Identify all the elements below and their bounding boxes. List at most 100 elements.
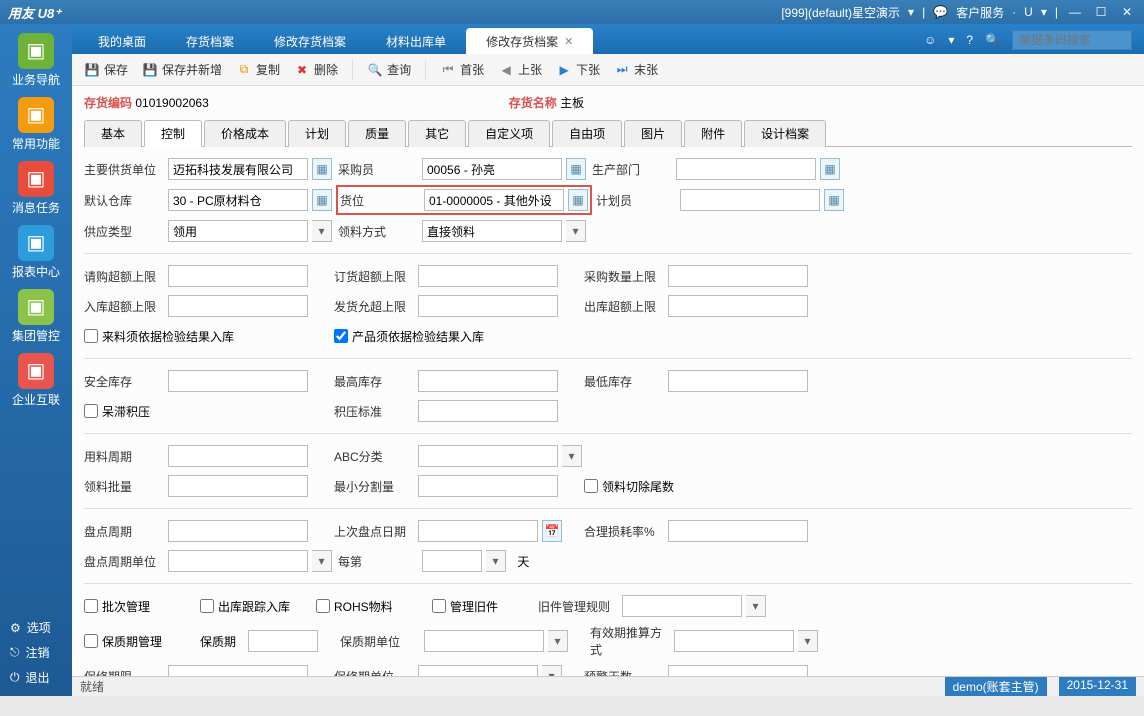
tab[interactable]: 修改存货档案✕ <box>466 28 593 54</box>
warranty-period-input[interactable] <box>248 630 318 652</box>
ref-icon[interactable]: ▦ <box>566 158 586 180</box>
sidebar-item[interactable]: ▣集团管控 <box>6 286 66 346</box>
buy-qty-input[interactable] <box>668 265 808 287</box>
sidebar-exit[interactable]: ⏻退出 <box>0 665 72 690</box>
smiley-icon[interactable]: ☺ <box>924 33 936 47</box>
warranty-unit-select[interactable] <box>424 630 544 652</box>
out-max-input[interactable] <box>668 295 808 317</box>
calendar-icon[interactable]: 📅 <box>542 520 562 542</box>
tab[interactable]: 修改存货档案 <box>254 28 366 54</box>
supplier-input[interactable] <box>168 158 308 180</box>
chat-icon[interactable]: 💬 <box>933 5 948 19</box>
loss-rate-input[interactable] <box>668 520 808 542</box>
max-stock-input[interactable] <box>418 370 558 392</box>
min-split-input[interactable] <box>418 475 558 497</box>
prev-button[interactable]: ◀上张 <box>498 61 542 78</box>
incoming-inspect-checkbox[interactable]: 来料须依据检验结果入库 <box>84 328 234 345</box>
tab[interactable]: 存货档案 <box>166 28 254 54</box>
tab[interactable]: 材料出库单 <box>366 28 466 54</box>
chevron-down-icon[interactable]: ▾ <box>746 595 766 617</box>
subtab[interactable]: 附件 <box>684 120 742 147</box>
subtab[interactable]: 计划 <box>288 120 346 147</box>
each-input[interactable] <box>422 550 482 572</box>
subtab[interactable]: 控制 <box>144 120 202 147</box>
abc-select[interactable] <box>418 445 558 467</box>
buyer-input[interactable] <box>422 158 562 180</box>
sidebar-item[interactable]: ▣业务导航 <box>6 30 66 90</box>
rohs-checkbox[interactable]: ROHS物料 <box>316 598 393 615</box>
ref-icon[interactable]: ▦ <box>568 189 588 211</box>
req-max-input[interactable] <box>168 265 308 287</box>
sidebar-item[interactable]: ▣消息任务 <box>6 158 66 218</box>
location-input[interactable] <box>424 189 564 211</box>
customer-service-link[interactable]: 客户服务 <box>956 4 1004 21</box>
chevron-down-icon[interactable]: ▾ <box>562 445 582 467</box>
close-icon[interactable]: ✕ <box>564 35 573 48</box>
subtab[interactable]: 设计档案 <box>744 120 826 147</box>
ref-icon[interactable]: ▦ <box>312 189 332 211</box>
subtab[interactable]: 质量 <box>348 120 406 147</box>
in-max-input[interactable] <box>168 295 308 317</box>
sidebar-item[interactable]: ▣报表中心 <box>6 222 66 282</box>
sidebar-item[interactable]: ▣常用功能 <box>6 94 66 154</box>
query-button[interactable]: 🔍查询 <box>367 61 411 78</box>
pick-type-select[interactable] <box>422 220 562 242</box>
first-button[interactable]: ⏮首张 <box>440 61 484 78</box>
ref-icon[interactable]: ▦ <box>820 158 840 180</box>
supply-type-select[interactable] <box>168 220 308 242</box>
chevron-down-icon[interactable]: ▾ <box>548 630 568 652</box>
subtab[interactable]: 价格成本 <box>204 120 286 147</box>
chevron-down-icon[interactable]: ▾ <box>312 550 332 572</box>
delete-button[interactable]: ✖删除 <box>294 61 338 78</box>
chevron-down-icon[interactable]: ▾ <box>798 630 818 652</box>
chevron-down-icon[interactable]: ▾ <box>566 220 586 242</box>
ship-allow-input[interactable] <box>418 295 558 317</box>
save-new-button[interactable]: 💾保存并新增 <box>142 61 222 78</box>
dropdown-icon[interactable]: ▾ <box>908 5 914 19</box>
out-track-checkbox[interactable]: 出库跟踪入库 <box>200 598 290 615</box>
chevron-down-icon[interactable]: ▾ <box>486 550 506 572</box>
save-button[interactable]: 💾保存 <box>84 61 128 78</box>
dept-input[interactable] <box>676 158 816 180</box>
sidebar-logout[interactable]: ⎋注销 <box>0 640 72 665</box>
subtab[interactable]: 自由项 <box>552 120 622 147</box>
next-button[interactable]: ▶下张 <box>556 61 600 78</box>
safe-stock-input[interactable] <box>168 370 308 392</box>
mat-period-input[interactable] <box>168 445 308 467</box>
ref-icon[interactable]: ▦ <box>312 158 332 180</box>
chevron-down-icon[interactable]: ▾ <box>312 220 332 242</box>
count-unit-select[interactable] <box>168 550 308 572</box>
slow-stock-checkbox[interactable]: 呆滞积压 <box>84 403 150 420</box>
help-icon[interactable]: ? <box>966 33 973 47</box>
warranty-checkbox[interactable]: 保质期管理 <box>84 633 162 650</box>
product-inspect-checkbox[interactable]: 产品须依据检验结果入库 <box>334 328 484 345</box>
order-max-input[interactable] <box>418 265 558 287</box>
warehouse-input[interactable] <box>168 189 308 211</box>
old-rule-select[interactable] <box>622 595 742 617</box>
subtab[interactable]: 其它 <box>408 120 466 147</box>
subtab[interactable]: 基本 <box>84 120 142 147</box>
minimize-button[interactable]: — <box>1066 4 1084 20</box>
pick-batch-input[interactable] <box>168 475 308 497</box>
subtab[interactable]: 图片 <box>624 120 682 147</box>
min-stock-input[interactable] <box>668 370 808 392</box>
ref-icon[interactable]: ▦ <box>824 189 844 211</box>
tab[interactable]: 我的桌面 <box>78 28 166 54</box>
old-part-checkbox[interactable]: 管理旧件 <box>432 598 498 615</box>
copy-button[interactable]: ⧉复制 <box>236 61 280 78</box>
last-button[interactable]: ⏭末张 <box>614 61 658 78</box>
valid-calc-select[interactable] <box>674 630 794 652</box>
slow-std-input[interactable] <box>418 400 558 422</box>
count-period-input[interactable] <box>168 520 308 542</box>
barcode-search-input[interactable] <box>1012 30 1132 50</box>
search-icon[interactable]: 🔍 <box>985 33 1000 47</box>
sidebar-options[interactable]: ⚙选项 <box>0 615 72 640</box>
last-count-date[interactable] <box>418 520 538 542</box>
maximize-button[interactable]: ☐ <box>1092 4 1110 20</box>
sidebar-item[interactable]: ▣企业互联 <box>6 350 66 410</box>
close-button[interactable]: ✕ <box>1118 4 1136 20</box>
cut-tail-checkbox[interactable]: 领料切除尾数 <box>584 478 674 495</box>
batch-mgmt-checkbox[interactable]: 批次管理 <box>84 598 150 615</box>
subtab[interactable]: 自定义项 <box>468 120 550 147</box>
planner-input[interactable] <box>680 189 820 211</box>
